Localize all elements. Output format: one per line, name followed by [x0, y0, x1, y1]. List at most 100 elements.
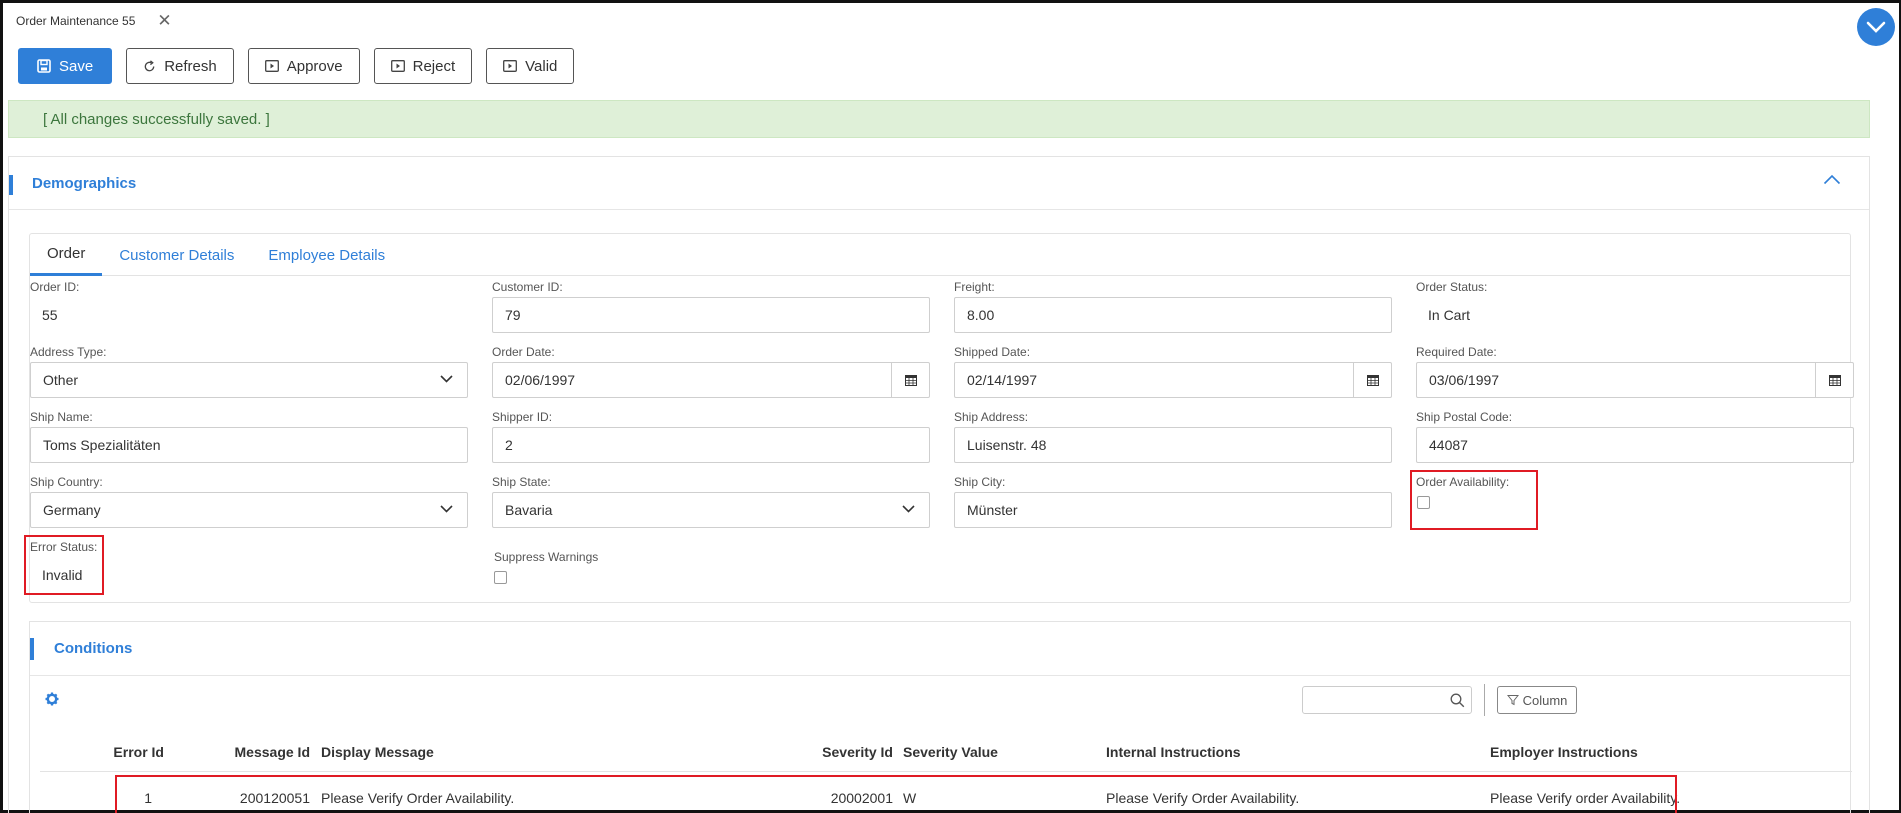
approve-button-label: Approve: [286, 57, 343, 75]
order-date-input[interactable]: 02/06/1997: [492, 362, 930, 398]
save-icon: [37, 59, 51, 73]
ship-city-field: Ship City: Münster: [954, 475, 1392, 528]
required-date-input[interactable]: 03/06/1997: [1416, 362, 1854, 398]
calendar-icon[interactable]: [1815, 363, 1853, 397]
column-filter-button[interactable]: Column: [1497, 686, 1577, 714]
required-date-value: 03/06/1997: [1429, 372, 1500, 388]
column-header-error-id[interactable]: Error Id: [40, 732, 164, 771]
tab-customer-details[interactable]: Customer Details: [102, 234, 251, 276]
ship-country-label: Ship Country:: [30, 475, 103, 489]
customer-id-field: Customer ID: 79: [492, 280, 930, 333]
shipper-id-input[interactable]: 2: [492, 427, 930, 463]
highlight-box: [1410, 470, 1538, 530]
section-accent-bar: [30, 638, 34, 660]
shipper-id-label: Shipper ID:: [492, 410, 553, 424]
freight-input[interactable]: 8.00: [954, 297, 1392, 333]
valid-button-label: Valid: [525, 57, 558, 75]
play-box-icon: [264, 60, 279, 72]
tab-order[interactable]: Order: [30, 234, 103, 276]
chevron-down-icon: [902, 505, 915, 513]
column-header-display-message[interactable]: Display Message: [321, 732, 434, 771]
shipped-date-input[interactable]: 02/14/1997: [954, 362, 1392, 398]
ship-postal-code-input[interactable]: 44087: [1416, 427, 1854, 463]
calendar-icon[interactable]: [1353, 363, 1391, 397]
conditions-title: Conditions: [54, 640, 133, 657]
order-status-value: In Cart: [1428, 307, 1471, 323]
ship-name-input[interactable]: Toms Spezialitäten: [30, 427, 468, 463]
ship-address-label: Ship Address:: [954, 410, 1029, 424]
ship-address-field: Ship Address: Luisenstr. 48: [954, 410, 1392, 463]
shipper-id-field: Shipper ID: 2: [492, 410, 930, 463]
ship-city-input[interactable]: Münster: [954, 492, 1392, 528]
tab-employee-details[interactable]: Employee Details: [251, 234, 402, 276]
address-type-field: Address Type: Other: [30, 345, 468, 398]
document-tab[interactable]: Order Maintenance 55 ✕: [16, 12, 172, 29]
ship-state-label: Ship State:: [492, 475, 551, 489]
chevron-down-icon: [440, 375, 453, 383]
toolbar-divider: [1484, 684, 1485, 716]
ship-country-field: Ship Country: Germany: [30, 475, 468, 528]
collapse-panel-button[interactable]: [1823, 173, 1841, 188]
column-button-label: Column: [1522, 692, 1568, 708]
search-input[interactable]: [1302, 686, 1472, 714]
close-tab-icon[interactable]: ✕: [157, 12, 171, 29]
calendar-icon[interactable]: [891, 363, 929, 397]
freight-field: Freight: 8.00: [954, 280, 1392, 333]
success-message: [ All changes successfully saved. ]: [43, 110, 270, 128]
conditions-header: Conditions: [30, 622, 1850, 676]
suppress-warnings-field: Suppress Warnings: [494, 550, 694, 584]
column-header-internal-instructions[interactable]: Internal Instructions: [1106, 732, 1241, 771]
demographics-panel: Demographics Order Customer Details Empl…: [8, 156, 1870, 813]
ship-country-value: Germany: [43, 502, 101, 518]
shipped-date-label: Shipped Date:: [954, 345, 1031, 359]
chevron-down-icon: [1866, 21, 1886, 33]
column-header-message-id[interactable]: Message Id: [180, 732, 310, 771]
ship-state-select[interactable]: Bavaria: [492, 492, 930, 528]
order-card: Order Customer Details Employee Details …: [24, 233, 1854, 603]
play-box-icon: [503, 60, 518, 72]
demographics-header[interactable]: Demographics: [9, 157, 1869, 210]
order-id-field: Order ID: 55: [30, 280, 468, 333]
ship-address-input[interactable]: Luisenstr. 48: [954, 427, 1392, 463]
highlight-box: [24, 535, 104, 595]
shipped-date-value: 02/14/1997: [967, 372, 1038, 388]
suppress-warnings-checkbox[interactable]: [494, 571, 507, 584]
conditions-table-header: Error Id Message Id Display Message Seve…: [40, 732, 1852, 772]
ship-name-field: Ship Name: Toms Spezialitäten: [30, 410, 468, 463]
save-button-label: Save: [59, 57, 94, 75]
required-date-label: Required Date:: [1416, 345, 1497, 359]
order-date-label: Order Date:: [492, 345, 555, 359]
highlight-box: [115, 775, 1677, 813]
demographics-title: Demographics: [32, 175, 137, 192]
address-type-label: Address Type:: [30, 345, 107, 359]
ship-name-label: Ship Name:: [30, 410, 93, 424]
reject-button[interactable]: Reject: [373, 48, 473, 84]
document-tab-title[interactable]: Order Maintenance 55: [16, 14, 135, 28]
column-header-severity-value[interactable]: Severity Value: [903, 732, 998, 771]
expand-menu-button[interactable]: [1857, 8, 1895, 46]
refresh-button-label: Refresh: [164, 57, 217, 75]
gear-icon[interactable]: [45, 692, 59, 709]
ship-city-label: Ship City:: [954, 475, 1006, 489]
column-header-severity-id[interactable]: Severity Id: [670, 732, 893, 771]
refresh-icon: [143, 59, 156, 73]
search-icon[interactable]: [1450, 693, 1465, 711]
approve-button[interactable]: Approve: [247, 48, 360, 84]
chevron-down-icon: [440, 505, 453, 513]
column-header-employer-instructions[interactable]: Employer Instructions: [1490, 732, 1638, 771]
required-date-field: Required Date: 03/06/1997: [1416, 345, 1854, 398]
refresh-button[interactable]: Refresh: [126, 48, 234, 84]
chevron-up-icon: [1823, 174, 1841, 185]
detail-tabs: Order Customer Details Employee Details: [30, 234, 1850, 276]
success-banner: [ All changes successfully saved. ]: [8, 100, 1870, 138]
ship-country-select[interactable]: Germany: [30, 492, 468, 528]
customer-id-input[interactable]: 79: [492, 297, 930, 333]
order-id-label: Order ID:: [30, 280, 80, 294]
play-box-icon: [390, 60, 405, 72]
ship-state-field: Ship State: Bavaria: [492, 475, 930, 528]
save-button[interactable]: Save: [18, 48, 113, 84]
address-type-select[interactable]: Other: [30, 362, 468, 398]
shipped-date-field: Shipped Date: 02/14/1997: [954, 345, 1392, 398]
order-date-value: 02/06/1997: [505, 372, 576, 388]
valid-button[interactable]: Valid: [486, 48, 575, 84]
